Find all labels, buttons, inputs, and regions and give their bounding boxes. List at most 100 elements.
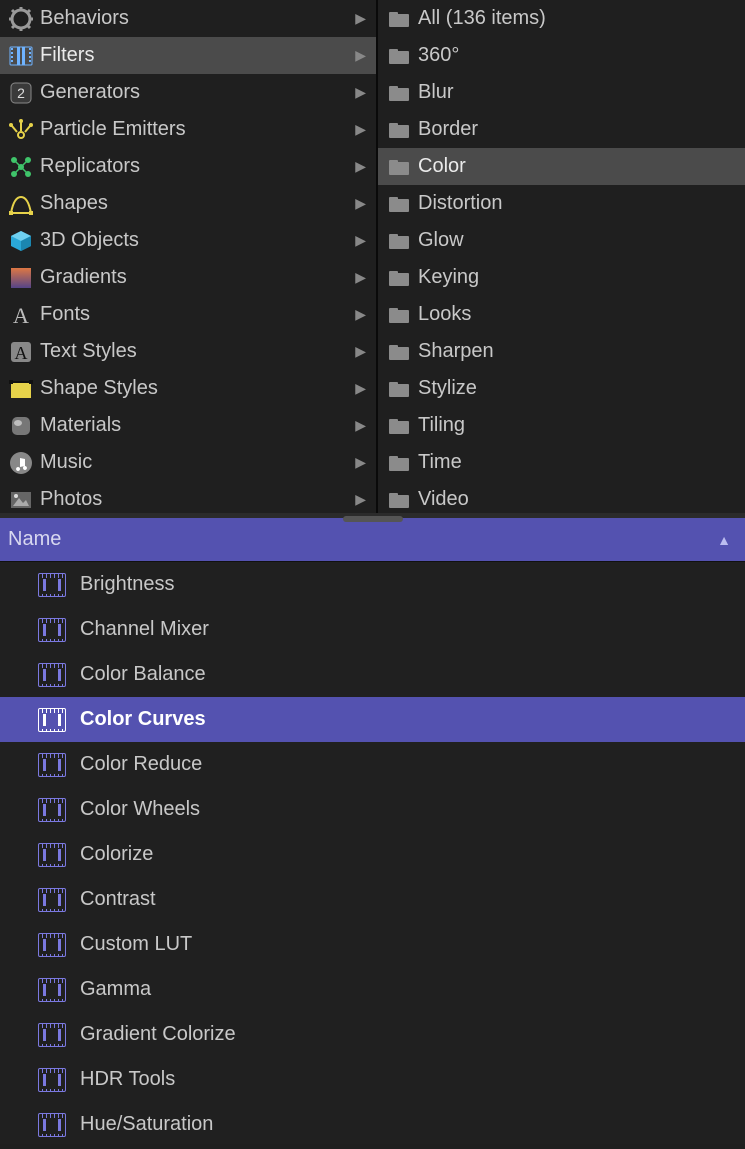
result-color-curves[interactable]: Color Curves <box>0 697 745 742</box>
category-replicators[interactable]: Replicators▶ <box>0 148 376 185</box>
music-icon <box>6 450 36 476</box>
category-text-styles[interactable]: Text Styles▶ <box>0 333 376 370</box>
folder-icon <box>384 265 414 291</box>
results-header-label: Name <box>8 528 61 551</box>
result-label: Color Curves <box>80 708 206 731</box>
result-colorize[interactable]: Colorize <box>0 832 745 877</box>
results-header[interactable]: Name ▲ <box>0 518 745 562</box>
category-shapes[interactable]: Shapes▶ <box>0 185 376 222</box>
category-3d-objects[interactable]: 3D Objects▶ <box>0 222 376 259</box>
subcategory-glow[interactable]: Glow <box>378 222 745 259</box>
disclosure-arrow-icon: ▶ <box>355 10 366 27</box>
category-label: Gradients <box>40 266 127 289</box>
subcategory-label: Border <box>418 118 478 141</box>
filter-icon <box>36 978 68 1002</box>
results-panel: Name ▲ Brightness Channel Mixer Color Bala… <box>0 518 745 1144</box>
category-photos[interactable]: Photos▶ <box>0 481 376 513</box>
result-label: Brightness <box>80 573 175 596</box>
subcategory-tiling[interactable]: Tiling <box>378 407 745 444</box>
category-label: Materials <box>40 414 121 437</box>
folder-icon <box>384 6 414 32</box>
subcategory-360-[interactable]: 360° <box>378 37 745 74</box>
split-handle[interactable] <box>343 516 403 522</box>
filter-icon <box>36 1068 68 1092</box>
subcategory-video[interactable]: Video <box>378 481 745 513</box>
sort-ascending-icon[interactable]: ▲ <box>717 532 731 548</box>
replicator-icon <box>6 154 36 180</box>
subcategory-distortion[interactable]: Distortion <box>378 185 745 222</box>
category-label: Behaviors <box>40 7 129 30</box>
results-list[interactable]: Brightness Channel Mixer Color Balance Colo… <box>0 562 745 1144</box>
subcategory-border[interactable]: Border <box>378 111 745 148</box>
category-music[interactable]: Music ▶ <box>0 444 376 481</box>
subcategory-label: Color <box>418 155 466 178</box>
result-brightness[interactable]: Brightness <box>0 562 745 607</box>
film-blue-icon <box>6 43 36 69</box>
textstyle-icon <box>6 339 36 365</box>
subcategory-sharpen[interactable]: Sharpen <box>378 333 745 370</box>
category-label: Music <box>40 451 92 474</box>
result-hue-saturation[interactable]: Hue/Saturation <box>0 1102 745 1144</box>
filter-icon <box>36 1113 68 1137</box>
emitter-icon <box>6 117 36 143</box>
result-channel-mixer[interactable]: Channel Mixer <box>0 607 745 652</box>
category-label: Particle Emitters <box>40 118 186 141</box>
gradient-icon <box>6 265 36 291</box>
result-label: Gamma <box>80 978 151 1001</box>
result-color-reduce[interactable]: Color Reduce <box>0 742 745 787</box>
result-contrast[interactable]: Contrast <box>0 877 745 922</box>
filter-icon <box>36 1023 68 1047</box>
result-label: Color Wheels <box>80 798 200 821</box>
category-label: Generators <box>40 81 140 104</box>
font-icon <box>6 302 36 328</box>
category-fonts[interactable]: Fonts▶ <box>0 296 376 333</box>
subcategory-label: 360° <box>418 44 459 67</box>
subcategory-label: Time <box>418 451 462 474</box>
category-label: 3D Objects <box>40 229 139 252</box>
result-label: Color Balance <box>80 663 206 686</box>
result-color-balance[interactable]: Color Balance <box>0 652 745 697</box>
subcategory-keying[interactable]: Keying <box>378 259 745 296</box>
library-categories-column: Behaviors ▶ Filters▶ Generators ▶ Particle Em… <box>0 0 378 513</box>
disclosure-arrow-icon: ▶ <box>355 84 366 101</box>
category-generators[interactable]: Generators ▶ <box>0 74 376 111</box>
gear-icon <box>6 6 36 32</box>
folder-icon <box>384 80 414 106</box>
category-label: Shapes <box>40 192 108 215</box>
filter-icon <box>36 708 68 732</box>
disclosure-arrow-icon: ▶ <box>355 454 366 471</box>
subcategory-label: Sharpen <box>418 340 494 363</box>
result-color-wheels[interactable]: Color Wheels <box>0 787 745 832</box>
subcategory-label: Keying <box>418 266 479 289</box>
result-gamma[interactable]: Gamma <box>0 967 745 1012</box>
result-hdr-tools[interactable]: HDR Tools <box>0 1057 745 1102</box>
category-shape-styles[interactable]: Shape Styles▶ <box>0 370 376 407</box>
filter-icon <box>36 843 68 867</box>
shape-icon <box>6 191 36 217</box>
subcategory-time[interactable]: Time <box>378 444 745 481</box>
subcategory-label: Glow <box>418 229 464 252</box>
folder-icon <box>384 302 414 328</box>
result-label: Channel Mixer <box>80 618 209 641</box>
category-materials[interactable]: Materials▶ <box>0 407 376 444</box>
folder-icon <box>384 228 414 254</box>
folder-icon <box>384 413 414 439</box>
filter-icon <box>36 888 68 912</box>
result-gradient-colorize[interactable]: Gradient Colorize <box>0 1012 745 1057</box>
subcategory-all-136-items-[interactable]: All (136 items) <box>378 0 745 37</box>
disclosure-arrow-icon: ▶ <box>355 380 366 397</box>
category-filters[interactable]: Filters▶ <box>0 37 376 74</box>
filter-icon <box>36 663 68 687</box>
subcategory-label: Stylize <box>418 377 477 400</box>
category-gradients[interactable]: Gradients▶ <box>0 259 376 296</box>
category-particle-emitters[interactable]: Particle Emitters▶ <box>0 111 376 148</box>
subcategory-label: Distortion <box>418 192 502 215</box>
subcategory-color[interactable]: Color <box>378 148 745 185</box>
result-custom-lut[interactable]: Custom LUT <box>0 922 745 967</box>
subcategory-blur[interactable]: Blur <box>378 74 745 111</box>
subcategory-looks[interactable]: Looks <box>378 296 745 333</box>
filter-icon <box>36 753 68 777</box>
category-behaviors[interactable]: Behaviors ▶ <box>0 0 376 37</box>
material-icon <box>6 413 36 439</box>
subcategory-stylize[interactable]: Stylize <box>378 370 745 407</box>
